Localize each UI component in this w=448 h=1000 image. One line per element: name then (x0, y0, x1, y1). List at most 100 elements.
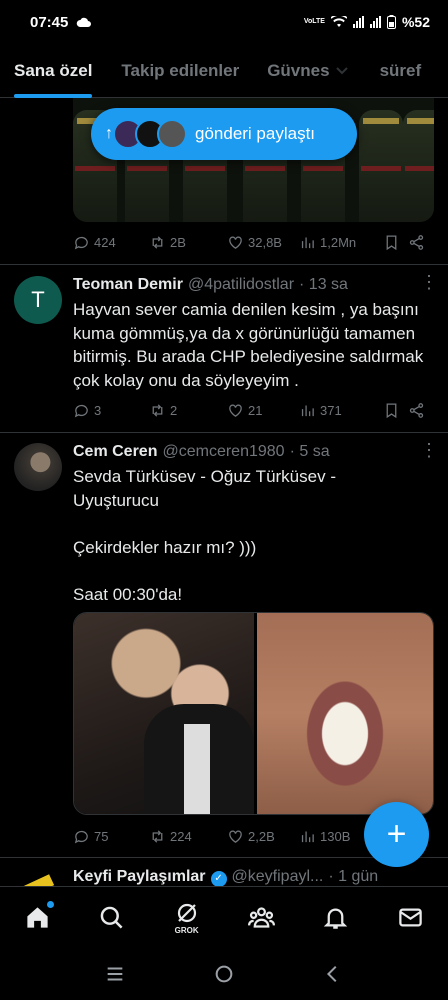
tab-suref-label: süref (379, 60, 422, 80)
avatar[interactable] (14, 443, 62, 491)
nav-search[interactable] (87, 893, 137, 943)
reply-count: 75 (94, 828, 109, 844)
nav-home[interactable] (12, 893, 62, 943)
bottom-navigation: GROK (0, 886, 448, 948)
views-icon (301, 237, 314, 248)
battery-level: %52 (401, 14, 430, 30)
timeline-tabs: Sana özel Takip edilenler Güvnes süref (0, 44, 448, 98)
avatar[interactable]: T (14, 276, 62, 324)
cloud-icon (77, 17, 92, 27)
battery-icon (386, 15, 396, 29)
reply-button[interactable]: 424 (73, 234, 149, 251)
wifi-icon (330, 16, 347, 27)
views-icon (301, 831, 314, 842)
user-handle[interactable]: @4patilidostlar (188, 276, 294, 294)
reply-button[interactable]: 3 (73, 402, 149, 419)
post-time: · 1 gün (328, 868, 379, 885)
user-handle[interactable]: @cemceren1980 (162, 443, 284, 461)
home-icon (27, 907, 48, 928)
chevron-down-icon (335, 66, 348, 74)
tab-following[interactable]: Takip edilenler (121, 44, 239, 98)
recent-apps-icon[interactable] (104, 963, 126, 985)
like-button[interactable]: 32,8B (227, 234, 299, 251)
divider (0, 264, 448, 265)
status-left: 07:45 (30, 14, 92, 31)
system-navigation (0, 948, 448, 1000)
share-button[interactable] (408, 234, 425, 251)
tab-guvnes-label: Güvnes (267, 60, 330, 80)
like-icon (229, 404, 242, 417)
bookmark-button[interactable] (383, 234, 408, 251)
toast-avatar-3 (157, 119, 187, 149)
more-options-icon[interactable]: ⋮ (420, 272, 438, 293)
reply-icon (74, 236, 88, 249)
like-button[interactable]: 21 (227, 402, 299, 419)
home-notification-dot (47, 900, 55, 908)
repost-button[interactable]: 224 (149, 828, 227, 845)
tweet1-actions: 3 2 21 371 (73, 400, 428, 420)
tab-for-you[interactable]: Sana özel (14, 44, 93, 98)
reply-count: 3 (94, 402, 102, 418)
toast-label: gönderi paylaştı (195, 124, 316, 143)
photo-right[interactable] (257, 613, 433, 814)
like-icon (229, 236, 242, 249)
like-icon (229, 830, 242, 843)
views-count: 371 (320, 402, 342, 418)
reply-icon (74, 830, 88, 843)
nav-grok[interactable]: GROK (162, 893, 212, 943)
user-handle[interactable]: @keyfipayl... (232, 868, 324, 886)
repost-count: 2 (170, 402, 178, 418)
repost-count: 2B (170, 234, 186, 250)
volte-label: VoLTE (303, 18, 325, 25)
reply-button[interactable]: 75 (73, 828, 149, 845)
views-button[interactable]: 371 (299, 402, 383, 419)
tab-guvnes[interactable]: Güvnes (267, 44, 348, 98)
photo-left[interactable] (74, 613, 254, 814)
like-button[interactable]: 2,2B (227, 828, 299, 845)
home-circle-icon[interactable] (213, 963, 235, 985)
new-posts-toast[interactable]: ↑ gönderi paylaştı (91, 108, 357, 160)
tab-following-label: Takip edilenler (121, 60, 240, 80)
repost-button[interactable]: 2B (149, 234, 227, 251)
arrow-up-icon: ↑ (105, 125, 113, 142)
messages-icon (399, 908, 422, 927)
prev-post-actions: 424 2B 32,8B 1,2Mn (73, 232, 428, 252)
display-name[interactable]: Keyfi Paylaşımlar (73, 868, 206, 886)
share-icon (409, 402, 424, 418)
signal-1-icon (352, 16, 364, 28)
tweet-text: Sevda Türküsev - Oğuz Türküsev - Uyuştur… (73, 467, 336, 604)
nav-communities[interactable] (236, 893, 286, 943)
tweet-text: Hayvan sever camia denilen kesim , ya ba… (73, 300, 424, 390)
post-time: · 13 sa (299, 276, 348, 293)
more-options-icon[interactable]: ⋮ (420, 440, 438, 461)
notifications-icon (324, 908, 348, 929)
like-count: 2,2B (248, 828, 275, 844)
views-button[interactable]: 1,2Mn (299, 234, 383, 251)
avatar-letter: T (31, 287, 45, 312)
bookmark-button[interactable] (383, 402, 408, 419)
bookmark-icon (386, 234, 397, 250)
nav-notifications[interactable] (311, 893, 361, 943)
tab-suref[interactable]: süref (380, 44, 422, 98)
tab-for-you-label: Sana özel (14, 60, 93, 80)
status-time: 07:45 (30, 13, 69, 31)
views-icon (301, 405, 314, 416)
divider (0, 432, 448, 433)
nav-messages[interactable] (386, 893, 436, 943)
tweet-media[interactable] (73, 612, 434, 815)
back-icon[interactable] (322, 963, 344, 985)
views-count: 1,2Mn (320, 234, 357, 250)
display-name[interactable]: Teoman Demir (73, 276, 183, 294)
tweet-header: Teoman Demir @4patilidostlar · 13 sa (73, 276, 438, 294)
share-button[interactable] (408, 402, 425, 419)
repost-icon (152, 403, 163, 417)
grok-label: GROK (174, 925, 199, 935)
verified-badge-icon: ✓ (210, 871, 227, 887)
tweet-header: Cem Ceren @cemceren1980 · 5 sa (73, 443, 438, 461)
plus-icon: + (386, 815, 407, 853)
status-right: VoLTE %52 (304, 14, 430, 30)
display-name[interactable]: Cem Ceren (73, 443, 157, 461)
compose-post-button[interactable]: + (364, 802, 429, 867)
reply-count: 424 (94, 234, 116, 250)
repost-button[interactable]: 2 (149, 402, 227, 419)
